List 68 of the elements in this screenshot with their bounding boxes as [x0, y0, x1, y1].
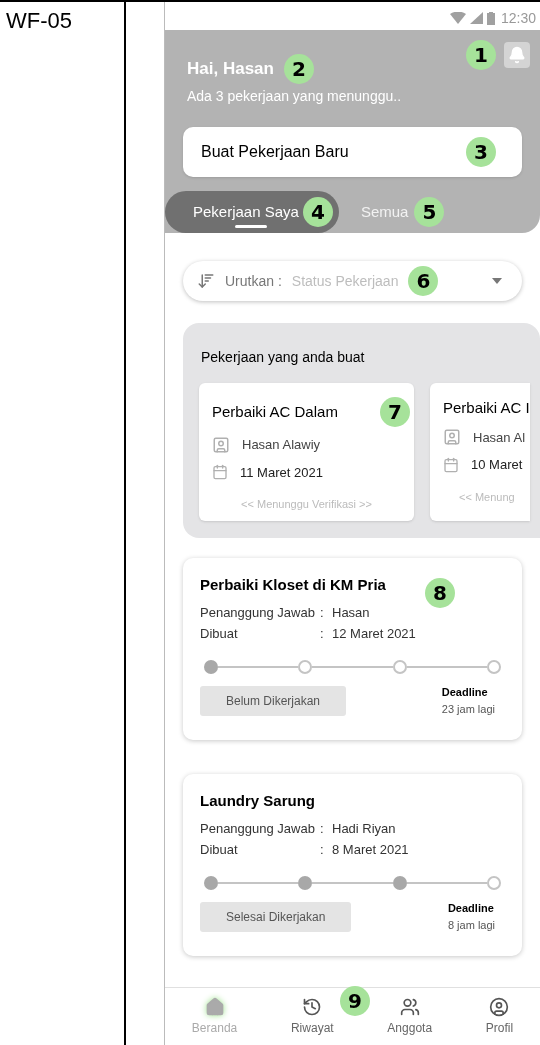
history-icon — [302, 996, 323, 1017]
deadline-label: Deadline — [441, 685, 489, 700]
section-title: Pekerjaan yang anda buat — [201, 349, 365, 365]
bell-icon — [508, 46, 526, 64]
wireframe-label: WF-05 — [6, 8, 72, 33]
caret-icon — [492, 278, 502, 284]
number-marker: 6 — [408, 266, 439, 296]
field-value: 12 Maret 2021 — [332, 625, 417, 643]
sort-dropdown[interactable]: Urutkan : Status Pekerjaan 6 — [183, 261, 522, 301]
home-icon — [204, 996, 225, 1017]
job-title: Perbaiki AC I — [443, 398, 530, 418]
task-card[interactable]: Perbaiki Kloset di KM Pria 8 Penanggung Jawab : Hasan Dibuat : 12 Maret 2021 Belum Dikerjakan Deadline 23 jam lagi — [183, 558, 522, 740]
notification-button[interactable] — [504, 42, 530, 68]
battery-icon — [486, 11, 495, 25]
job-status: << Menunggu Verifikasi >> — [241, 497, 373, 512]
job-card[interactable]: Perbaiki AC I Hasan Al 10 Maret << Menung — [430, 383, 530, 521]
status-button[interactable]: Selesai Dikerjakan — [200, 901, 352, 932]
job-person: Hasan Alawiy — [242, 436, 321, 454]
field-label: Dibuat — [200, 625, 239, 643]
status-button[interactable]: Belum Dikerjakan — [200, 685, 347, 716]
field-value: Hasan — [332, 604, 371, 622]
nav-item[interactable]: Riwayat — [286, 996, 338, 1037]
job-status: << Menung — [458, 489, 516, 505]
colon: : — [320, 841, 325, 859]
calendar-icon — [443, 456, 459, 473]
task-card[interactable]: Laundry Sarung Penanggung Jawab : Hadi Riyan Dibuat : 8 Maret 2021 Selesai Dikerjakan Deadline 8 jam lagi — [183, 774, 522, 956]
field-value: 8 Maret 2021 — [332, 841, 410, 859]
person-icon — [212, 435, 230, 454]
create-job-button[interactable]: Buat Pekerjaan Baru 3 — [183, 127, 522, 177]
task-title: Laundry Sarung — [200, 791, 315, 811]
number-marker: 5 — [414, 197, 445, 227]
deadline-label: Deadline — [447, 901, 495, 916]
job-card[interactable]: Perbaiki AC Dalam 7 Hasan Alawiy 11 Maret 2021 << Menunggu Verifikasi >> — [199, 383, 414, 521]
number-marker: 7 — [380, 397, 410, 427]
nav-item[interactable]: Anggota — [383, 996, 437, 1037]
pending-jobs-text: Ada 3 pekerjaan yang menunggu.. — [187, 87, 402, 106]
sort-value: Status Pekerjaan — [291, 271, 399, 291]
wifi-icon — [449, 12, 466, 24]
field-label: Penanggung Jawab — [200, 820, 316, 838]
colon: : — [320, 604, 325, 622]
calendar-icon — [212, 464, 228, 481]
field-value: Hadi Riyan — [332, 820, 397, 838]
field-label: Dibuat — [200, 841, 239, 859]
field-label: Penanggung Jawab — [200, 604, 316, 622]
sort-icon — [197, 272, 215, 290]
person-icon — [443, 428, 461, 447]
profile-icon — [489, 996, 510, 1017]
tab-underline — [235, 225, 267, 228]
number-marker: 1 — [466, 40, 496, 70]
nav-item[interactable]: Profil — [481, 996, 518, 1037]
status-time: 12:30 — [500, 8, 536, 28]
number-marker: 8 — [425, 578, 455, 608]
sort-label: Urutkan : — [225, 271, 282, 291]
number-marker: 2 — [283, 54, 314, 84]
colon: : — [320, 625, 325, 643]
deadline-value: 8 jam lagi — [447, 917, 495, 933]
job-title: Perbaiki AC Dalam — [212, 401, 338, 422]
job-date: 11 Maret 2021 — [240, 463, 323, 482]
job-person: Hasan Al — [473, 428, 526, 447]
deadline-value: 23 jam lagi — [441, 701, 495, 717]
number-marker: 3 — [466, 137, 496, 167]
signal-icon — [469, 12, 483, 24]
number-marker: 9 — [340, 986, 370, 1016]
colon: : — [320, 820, 325, 838]
job-date: 10 Maret — [471, 456, 523, 474]
members-icon — [399, 996, 420, 1017]
task-title: Perbaiki Kloset di KM Pria — [200, 575, 386, 595]
greeting: Hai, Hasan — [187, 58, 274, 81]
